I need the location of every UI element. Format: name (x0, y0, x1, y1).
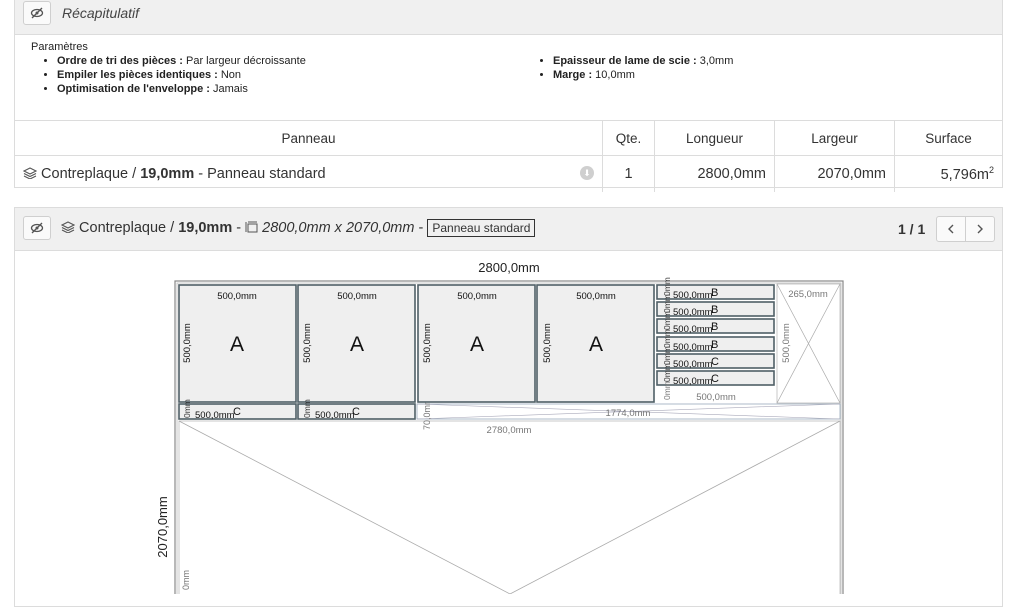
svg-text:500,0mm: 500,0mm (673, 324, 713, 335)
waste-area (178, 420, 841, 594)
svg-text:500,0mm: 500,0mm (457, 291, 497, 302)
top-dimension: 2800,0mm (478, 260, 539, 275)
svg-text:500,0mm: 500,0mm (542, 323, 553, 363)
svg-text:0mm: 0mm (182, 399, 192, 418)
svg-text:C: C (233, 406, 241, 418)
svg-text:0mm: 0mm (662, 346, 672, 365)
svg-text:500,0mm: 500,0mm (576, 291, 616, 302)
svg-text:B: B (711, 321, 718, 333)
side-dimension: 2070,0mm (155, 496, 170, 557)
svg-text:B: B (711, 304, 718, 316)
svg-text:500,0mm: 500,0mm (315, 410, 355, 421)
svg-text:0mm: 0mm (662, 294, 672, 313)
piece-c-1: 500,0mm C (656, 353, 775, 370)
piece-b-3: 500,0mm B (656, 318, 775, 335)
strip-waste-width: 1774,0mm (606, 408, 651, 419)
waste-width: 2780,0mm (487, 425, 532, 436)
svg-text:500,0mm: 500,0mm (673, 307, 713, 318)
svg-text:0mm: 0mm (662, 363, 672, 382)
piece-c-2: 500,0mm C (656, 370, 775, 387)
right-waste-height: 500,0mm (781, 323, 792, 363)
svg-text:A: A (470, 333, 484, 356)
svg-text:500,0mm: 500,0mm (673, 342, 713, 353)
svg-text:500,0mm: 500,0mm (673, 359, 713, 370)
piece-a-1: 500,0mm 500,0mm A (178, 284, 297, 403)
svg-text:500,0mm: 500,0mm (195, 410, 235, 421)
svg-text:0mm: 0mm (302, 399, 312, 418)
svg-text:A: A (230, 333, 244, 356)
svg-text:500,0mm: 500,0mm (217, 291, 257, 302)
piece-b-2: 500,0mm B (656, 301, 775, 318)
svg-text:0mm: 0mm (662, 277, 672, 296)
svg-text:500,0mm: 500,0mm (182, 323, 193, 363)
svg-text:500,0mm: 500,0mm (337, 291, 377, 302)
svg-text:0mm: 0mm (662, 329, 672, 348)
svg-text:A: A (350, 333, 364, 356)
waste-zero: 0mm (181, 570, 191, 590)
svg-text:C: C (352, 406, 360, 418)
small-col-waste-width: 500,0mm (696, 392, 736, 403)
piece-a-3: 500,0mm 500,0mm A (417, 284, 536, 403)
piece-b-4: 500,0mm B (656, 336, 775, 353)
piece-a-4: 500,0mm 500,0mm A (536, 284, 655, 403)
svg-text:B: B (711, 287, 718, 299)
svg-text:A: A (589, 333, 603, 356)
right-waste-width: 265,0mm (788, 289, 828, 300)
svg-text:500,0mm: 500,0mm (302, 323, 313, 363)
piece-a-2: 500,0mm 500,0mm A (297, 284, 416, 403)
svg-text:500,0mm: 500,0mm (673, 376, 713, 387)
svg-text:B: B (711, 339, 718, 351)
cutting-diagram: 2800,0mm 2070,0mm 2780,0mm 0mm 1774,0mm … (155, 260, 844, 594)
svg-text:500,0mm: 500,0mm (422, 323, 433, 363)
svg-text:C: C (711, 356, 719, 368)
small-col-zero-labels: 0mm 0mm 0mm 0mm 0mm 0mm 0mm (662, 277, 672, 400)
svg-text:0mm: 0mm (662, 311, 672, 330)
svg-text:C: C (711, 373, 719, 385)
piece-b-1: 500,0mm B (656, 284, 775, 301)
svg-text:500,0mm: 500,0mm (673, 290, 713, 301)
svg-text:0mm: 0mm (662, 381, 672, 400)
